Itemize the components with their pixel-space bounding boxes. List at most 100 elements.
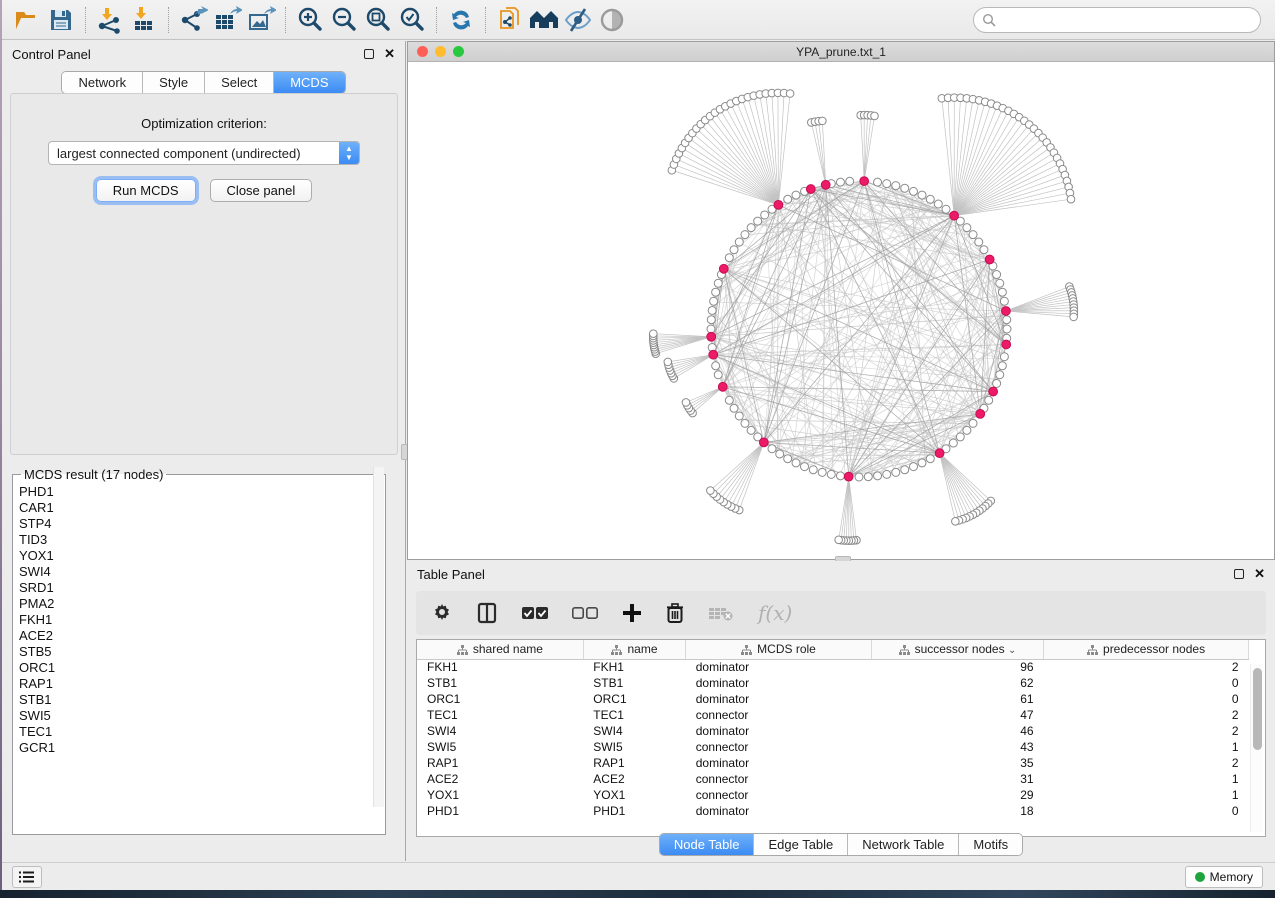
window-maximize-icon[interactable]: [453, 46, 464, 57]
cell[interactable]: SWI5: [583, 739, 685, 755]
result-node[interactable]: STB1: [19, 692, 385, 708]
network-canvas[interactable]: [408, 62, 1274, 559]
cell[interactable]: 1: [1044, 771, 1249, 787]
result-node[interactable]: STB5: [19, 644, 385, 660]
cell[interactable]: dominator: [686, 691, 872, 707]
cell[interactable]: FKH1: [583, 659, 685, 675]
cell[interactable]: STB1: [417, 675, 583, 691]
cell[interactable]: RAP1: [583, 755, 685, 771]
cell[interactable]: 46: [871, 723, 1043, 739]
zoom-out-icon[interactable]: [327, 4, 361, 36]
mcds-node[interactable]: [774, 200, 783, 209]
cell[interactable]: 0: [1044, 691, 1249, 707]
mcds-node[interactable]: [989, 387, 998, 396]
cell[interactable]: ACE2: [583, 771, 685, 787]
column-header-MCDS-role[interactable]: MCDS role: [686, 640, 872, 659]
run-mcds-button[interactable]: Run MCDS: [96, 179, 196, 202]
close-table-panel-icon[interactable]: ✕: [1254, 569, 1265, 579]
result-node[interactable]: TEC1: [19, 724, 385, 740]
cell[interactable]: 2: [1044, 723, 1249, 739]
cell[interactable]: dominator: [686, 659, 872, 675]
cell[interactable]: dominator: [686, 755, 872, 771]
export-network-icon[interactable]: [176, 4, 210, 36]
cell[interactable]: RAP1: [417, 755, 583, 771]
table-row[interactable]: SWI5SWI5connector431: [417, 739, 1249, 755]
close-panel-icon[interactable]: ✕: [384, 49, 395, 59]
select-all-checkboxes-icon[interactable]: [522, 606, 548, 620]
result-node[interactable]: TID3: [19, 532, 385, 548]
window-close-icon[interactable]: [417, 46, 428, 57]
cell[interactable]: 2: [1044, 755, 1249, 771]
cell[interactable]: dominator: [686, 803, 872, 819]
close-panel-button[interactable]: Close panel: [210, 179, 313, 202]
cell[interactable]: 31: [871, 771, 1043, 787]
cell[interactable]: connector: [686, 771, 872, 787]
mcds-node[interactable]: [1002, 340, 1011, 349]
cell[interactable]: SWI4: [583, 723, 685, 739]
result-node[interactable]: YOX1: [19, 548, 385, 564]
deselect-all-checkboxes-icon[interactable]: [572, 606, 598, 620]
table-row[interactable]: ORC1ORC1dominator610: [417, 691, 1249, 707]
result-node[interactable]: ORC1: [19, 660, 385, 676]
result-node[interactable]: ACE2: [19, 628, 385, 644]
table-row[interactable]: RAP1RAP1dominator352: [417, 755, 1249, 771]
cell[interactable]: FKH1: [417, 659, 583, 675]
cell[interactable]: 2: [1044, 707, 1249, 723]
cell[interactable]: dominator: [686, 723, 872, 739]
search-field[interactable]: [973, 7, 1261, 33]
node-table[interactable]: shared namenameMCDS rolesuccessor nodes …: [416, 639, 1266, 837]
first-neighbors-icon[interactable]: [527, 4, 561, 36]
open-file-icon[interactable]: [10, 4, 44, 36]
import-network-icon[interactable]: [93, 4, 127, 36]
tab-select[interactable]: Select: [205, 72, 274, 93]
mcds-node[interactable]: [860, 177, 869, 186]
mcds-node[interactable]: [707, 332, 716, 341]
cell[interactable]: YOX1: [583, 787, 685, 803]
save-session-icon[interactable]: [44, 4, 78, 36]
cell[interactable]: connector: [686, 787, 872, 803]
window-minimize-icon[interactable]: [435, 46, 446, 57]
table-row[interactable]: YOX1YOX1connector291: [417, 787, 1249, 803]
cell[interactable]: TEC1: [417, 707, 583, 723]
cell[interactable]: ORC1: [417, 691, 583, 707]
criterion-dropdown[interactable]: largest connected component (undirected)…: [48, 141, 360, 165]
table-row[interactable]: TEC1TEC1connector472: [417, 707, 1249, 723]
refresh-view-icon[interactable]: [444, 4, 478, 36]
float-table-panel-icon[interactable]: [1234, 569, 1244, 579]
table-row[interactable]: SWI4SWI4dominator462: [417, 723, 1249, 739]
cell[interactable]: 29: [871, 787, 1043, 803]
zoom-in-icon[interactable]: [293, 4, 327, 36]
cell[interactable]: STB1: [583, 675, 685, 691]
cell[interactable]: ORC1: [583, 691, 685, 707]
tab-network-table[interactable]: Network Table: [848, 834, 959, 855]
cell[interactable]: 1: [1044, 787, 1249, 803]
mcds-node[interactable]: [759, 438, 768, 447]
zoom-fit-icon[interactable]: [361, 4, 395, 36]
cell[interactable]: 1: [1044, 739, 1249, 755]
table-row[interactable]: STB1STB1dominator620: [417, 675, 1249, 691]
cell[interactable]: 62: [871, 675, 1043, 691]
mcds-node[interactable]: [718, 382, 727, 391]
add-column-icon[interactable]: [622, 603, 642, 623]
cell[interactable]: 61: [871, 691, 1043, 707]
result-node[interactable]: GCR1: [19, 740, 385, 756]
cell[interactable]: PHD1: [417, 803, 583, 819]
cell[interactable]: SWI5: [417, 739, 583, 755]
result-node[interactable]: SWI5: [19, 708, 385, 724]
clone-network-icon[interactable]: [493, 4, 527, 36]
table-scrollbar-thumb[interactable]: [1253, 668, 1262, 750]
result-node[interactable]: STP4: [19, 516, 385, 532]
result-node[interactable]: FKH1: [19, 612, 385, 628]
float-panel-icon[interactable]: [364, 49, 374, 59]
cell[interactable]: YOX1: [417, 787, 583, 803]
mcds-node[interactable]: [985, 255, 994, 264]
hide-selected-icon[interactable]: [561, 4, 595, 36]
cell[interactable]: 96: [871, 659, 1043, 675]
cell[interactable]: connector: [686, 707, 872, 723]
mcds-node[interactable]: [935, 449, 944, 458]
tab-mcds[interactable]: MCDS: [274, 72, 344, 93]
export-table-icon[interactable]: [210, 4, 244, 36]
result-node[interactable]: SRD1: [19, 580, 385, 596]
mcds-node[interactable]: [1001, 307, 1010, 316]
zoom-selected-icon[interactable]: [395, 4, 429, 36]
